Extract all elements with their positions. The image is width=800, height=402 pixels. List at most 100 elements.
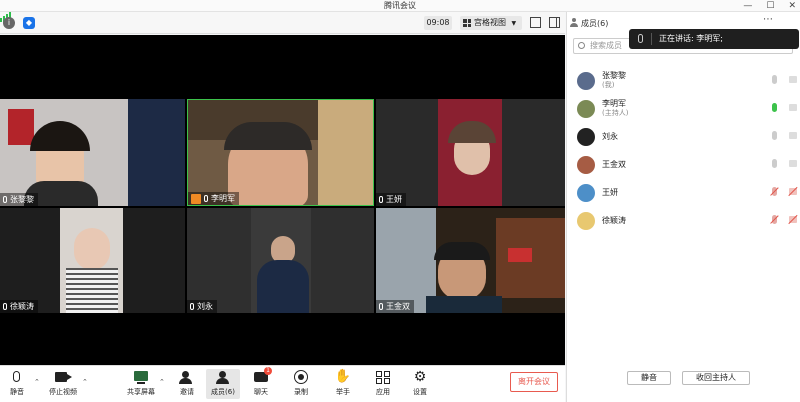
raise-hand-label: 举手 [336,388,350,396]
speaking-text: 正在讲话: 李明军; [659,34,723,43]
leave-meeting-button[interactable]: 离开会议 [510,372,558,392]
meeting-toolbar: i ◆ 09:08 宫格视图 ▼ [0,12,565,34]
member-row[interactable]: 张黎黎 (我) [567,68,800,94]
members-button[interactable]: 成员(6) [206,369,240,399]
add-user-icon [170,369,204,385]
member-row[interactable]: 王金双 [567,152,800,178]
video-tile[interactable]: 王金双 [376,208,565,313]
settings-label: 设置 [413,388,427,396]
meeting-app: 腾讯会议 — ☐ ✕ i ◆ 09:08 宫格视图 ▼ 张黎黎 李明军 王妍 徐… [0,0,800,402]
chat-button[interactable]: 1 聊天 [244,367,278,399]
microphone-icon [379,196,383,203]
info-icon[interactable]: i [3,17,15,29]
video-camera-icon[interactable] [789,188,797,195]
participant-name-bar: 徐颖涛 [0,300,38,313]
participant-name-bar: 张黎黎 [0,193,38,206]
close-button[interactable]: ✕ [788,0,796,12]
microphone-icon [190,303,194,310]
video-tile[interactable]: 张黎黎 [0,99,185,206]
member-role: (我) [602,81,615,89]
invite-button[interactable]: 邀请 [170,369,204,399]
title-bar: 腾讯会议 — ☐ ✕ [0,0,800,12]
avatar [577,100,595,118]
chat-unread-badge: 1 [264,367,272,375]
fullscreen-icon[interactable] [530,17,541,28]
participant-name-bar: 刘永 [187,300,217,313]
video-camera-icon[interactable] [789,76,797,83]
participant-name: 徐颖涛 [10,302,34,311]
chat-label: 聊天 [254,388,268,396]
microphone-icon[interactable] [772,159,777,168]
microphone-icon [0,369,34,385]
member-name: 王金双 [602,160,626,169]
avatar [577,128,595,146]
video-camera-icon[interactable] [789,132,797,139]
toast-divider [651,33,652,45]
search-icon [578,42,585,49]
stop-video-button[interactable]: 停止视频 [44,369,82,399]
participant-name: 王妍 [386,195,402,204]
host-badge-icon [191,193,201,204]
microphone-icon[interactable] [772,187,777,196]
apps-button[interactable]: 应用 [366,369,400,399]
participant-name-bar: 王妍 [376,193,406,206]
video-options-chevron-icon[interactable]: ⌃ [82,378,88,386]
video-camera-icon[interactable] [789,216,797,223]
minimize-button[interactable]: — [743,0,752,12]
member-row[interactable]: 李明军 (主持人) [567,96,800,122]
mute-label: 静音 [10,388,24,396]
avatar [577,212,595,230]
reclaim-host-button[interactable]: 收回主持人 [682,371,750,385]
record-icon [284,369,318,385]
share-screen-button[interactable]: 共享屏幕 [123,369,159,399]
member-search-placeholder: 搜索成员 [590,41,622,50]
microphone-icon [204,195,208,202]
video-grid: 张黎黎 李明军 王妍 徐颖涛 刘永 王金双 [0,35,565,365]
mute-all-button[interactable]: 静音 [627,371,671,385]
settings-button[interactable]: ⚙ 设置 [403,369,437,399]
participant-name: 刘永 [197,302,213,311]
speaking-indicator-toast: 正在讲话: 李明军; [629,29,799,49]
member-row[interactable]: 刘永 [567,124,800,150]
side-panel-toggle-icon[interactable] [549,17,560,28]
window-title: 腾讯会议 [384,1,416,10]
member-row[interactable]: 王妍 [567,180,800,206]
microphone-icon [3,303,7,310]
video-tile[interactable]: 王妍 [376,99,565,206]
microphone-icon[interactable] [772,215,777,224]
gear-icon: ⚙ [413,369,427,385]
microphone-icon [3,196,7,203]
participant-name-bar: 李明军 [188,192,239,205]
member-row[interactable]: 徐颖涛 [567,208,800,234]
window-controls: — ☐ ✕ [743,0,796,12]
apps-label: 应用 [376,388,390,396]
shield-icon[interactable]: ◆ [23,17,35,29]
maximize-button[interactable]: ☐ [766,0,774,12]
invite-label: 邀请 [180,388,194,396]
microphone-icon[interactable] [772,131,777,140]
microphone-icon [638,34,643,43]
video-tile[interactable]: 李明军 [187,99,374,206]
video-tile[interactable]: 刘永 [187,208,374,313]
video-camera-icon[interactable] [789,160,797,167]
raise-hand-button[interactable]: ✋ 举手 [326,369,360,399]
record-button[interactable]: 录制 [284,369,318,399]
microphone-icon[interactable] [772,103,777,112]
mute-button[interactable]: 静音 [0,369,34,399]
grid-view-icon [463,19,471,27]
more-options-icon[interactable]: ⋯ [763,14,773,25]
share-screen-icon [123,369,159,385]
video-tile[interactable]: 徐颖涛 [0,208,185,313]
participant-name: 王金双 [386,302,410,311]
member-name: 王妍 [602,188,618,197]
members-panel: 成员(6) ⋯ 搜索成员 正在讲话: 李明军; 张黎黎 (我) 李明军 (主持人) 刘永… [566,12,800,402]
avatar [577,156,595,174]
video-camera-icon[interactable] [789,104,797,111]
chat-icon: 1 [244,367,278,385]
avatar [577,72,595,90]
share-options-chevron-icon[interactable]: ⌃ [159,378,165,386]
mute-options-chevron-icon[interactable]: ⌃ [34,378,40,386]
view-mode-button[interactable]: 宫格视图 ▼ [460,16,522,30]
members-panel-title: 成员(6) [581,19,609,28]
microphone-icon[interactable] [772,75,777,84]
